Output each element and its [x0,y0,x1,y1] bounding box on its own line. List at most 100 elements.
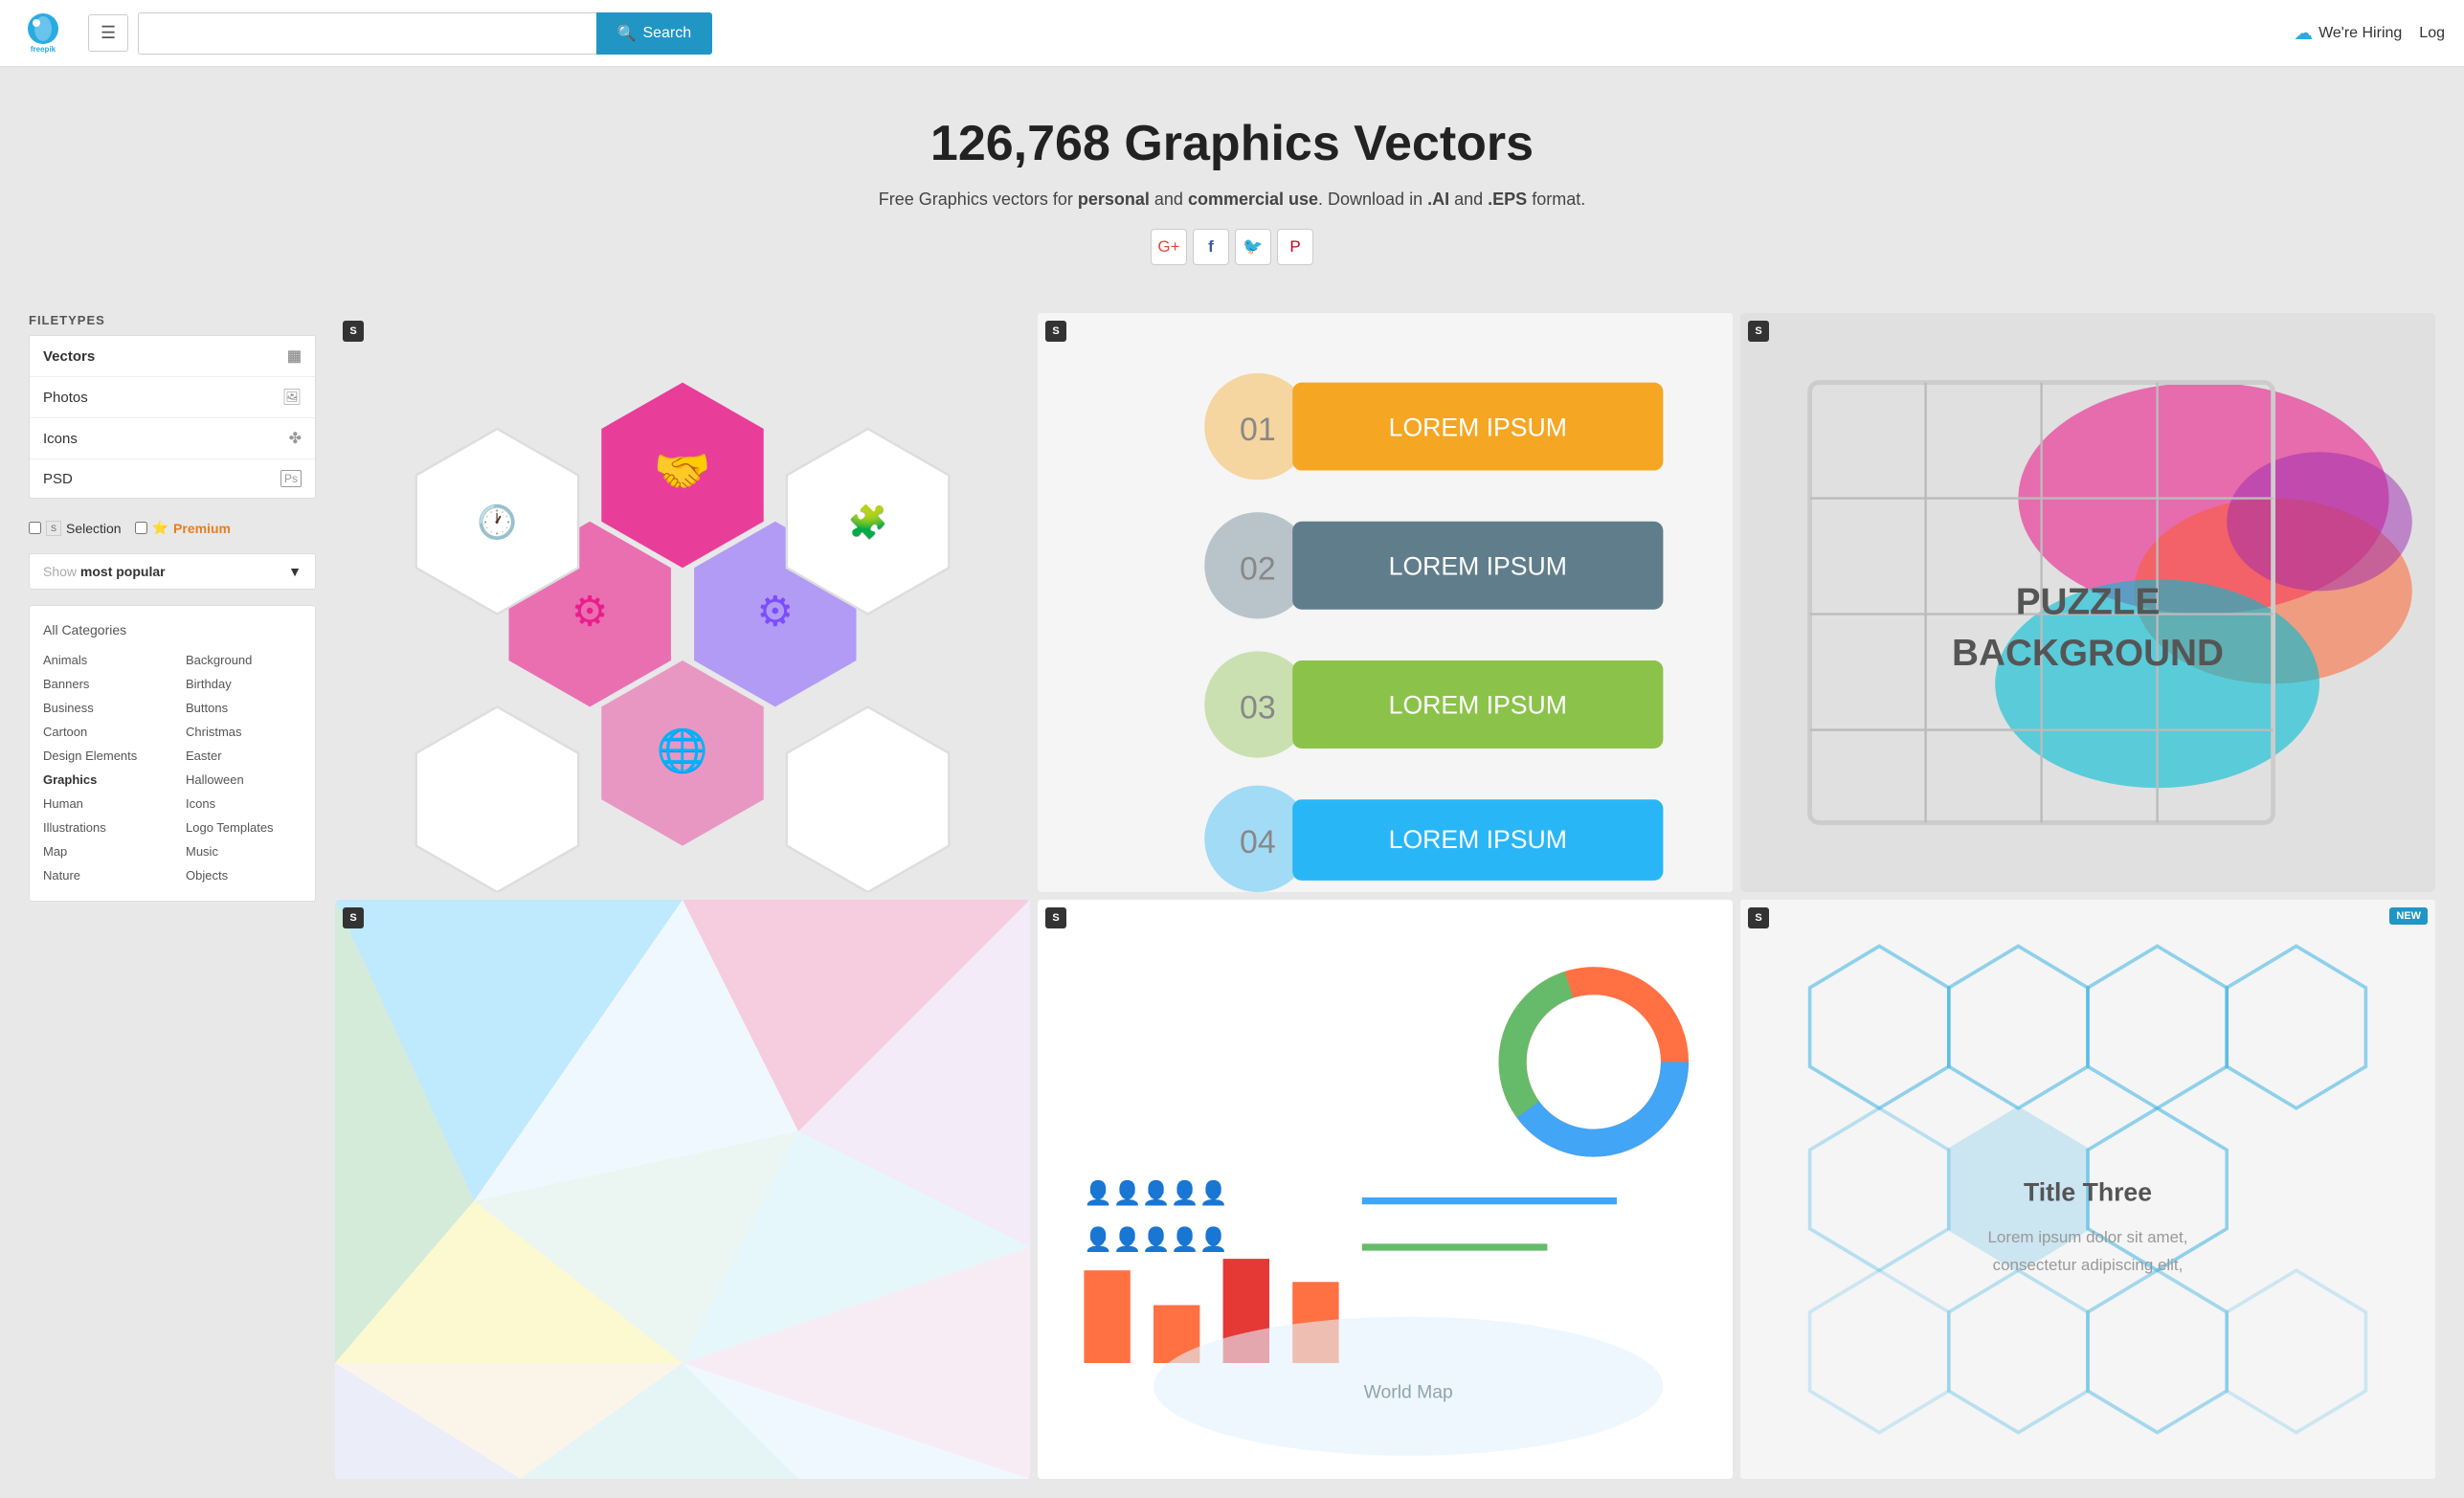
category-item[interactable]: Easter [172,744,315,768]
category-item[interactable]: Icons [172,792,315,816]
image-card[interactable]: S 01 LOREM IPSUM 02 LOREM IPSUM 03 LOREM… [1038,313,1733,892]
svg-text:Lorem ipsum dolor sit amet,: Lorem ipsum dolor sit amet, [1988,1228,2188,1246]
category-item[interactable]: Nature [30,863,172,887]
category-item[interactable]: Objects [172,863,315,887]
logo-area: freepik [19,10,73,57]
search-icon: 🔍 [617,24,637,43]
premium-checkbox-label[interactable]: ⭐ Premium [135,520,231,536]
pinterest-icon: P [1289,237,1300,257]
svg-text:Title Three: Title Three [2024,1178,2152,1207]
category-item[interactable]: Music [172,839,315,863]
category-item[interactable]: Animals [30,648,172,672]
freepik-logo: freepik [19,10,67,57]
image-card[interactable]: S [335,900,1030,1479]
svg-text:LOREM IPSUM: LOREM IPSUM [1389,551,1567,580]
sidebar: FILETYPES Vectors ▦ Photos 🖼 Icons ✤ PSD… [29,313,316,1479]
facebook-button[interactable]: f [1193,229,1229,265]
page-title: 126,768 Graphics Vectors [19,115,2445,172]
header-right: ☁ We're Hiring Log [2294,21,2445,45]
hiring-link[interactable]: ☁ We're Hiring [2294,21,2402,45]
selection-badge: S [343,907,364,928]
svg-text:03: 03 [1240,690,1276,727]
svg-text:04: 04 [1240,824,1276,861]
svg-text:👤👤👤👤👤: 👤👤👤👤👤 [1084,1226,1228,1253]
social-share: G+ f 🐦 P [1151,229,1313,265]
icons-icon: ✤ [289,429,302,448]
premium-checkbox[interactable] [135,522,147,534]
image-card[interactable]: S PUZZLE BACKGROUND [1740,313,2435,892]
filter-row: S Selection ⭐ Premium [29,512,316,544]
svg-text:LOREM IPSUM: LOREM IPSUM [1389,413,1567,441]
twitter-icon: 🐦 [1243,237,1263,257]
hero-subtitle: Free Graphics vectors for personal and c… [19,190,2445,210]
categories-grid: AnimalsBackgroundBannersBirthdayBusiness… [30,644,315,891]
google-plus-button[interactable]: G+ [1151,229,1187,265]
premium-star-icon: ⭐ [152,520,168,536]
svg-text:🕐: 🕐 [477,503,517,541]
image-grid: S 🤝 ⚙ ⚙ 🌐 🕐 🧩 S [335,313,2435,1479]
filetypes-label: FILETYPES [29,313,316,327]
image-card[interactable]: S 🤝 ⚙ ⚙ 🌐 🕐 🧩 [335,313,1030,892]
dropdown-arrow-icon: ▼ [288,564,302,579]
search-button[interactable]: 🔍 Search [596,12,713,55]
cloud-upload-icon: ☁ [2294,21,2313,45]
category-item[interactable]: Human [30,792,172,816]
header: freepik ☰ 🔍 Search ☁ We're Hiring Log [0,0,2464,67]
category-item[interactable]: Graphics [30,768,172,792]
google-plus-icon: G+ [1157,237,1179,257]
svg-text:01: 01 [1240,412,1276,448]
categories-section: All Categories AnimalsBackgroundBannersB… [29,605,316,902]
main-content: FILETYPES Vectors ▦ Photos 🖼 Icons ✤ PSD… [0,294,2464,1498]
svg-text:LOREM IPSUM: LOREM IPSUM [1389,691,1567,720]
filetype-photos[interactable]: Photos 🖼 [30,377,315,418]
search-area: 🔍 Search [138,12,712,55]
hamburger-button[interactable]: ☰ [88,14,128,52]
selection-checkbox[interactable] [29,522,41,534]
filetype-icons[interactable]: Icons ✤ [30,418,315,459]
selection-badge: S [1045,321,1066,342]
image-card[interactable]: S 👤👤👤👤👤 👤👤👤👤👤 World Map [1038,900,1733,1479]
svg-text:consectetur adipiscing elit,: consectetur adipiscing elit, [1993,1256,2184,1274]
image-card[interactable]: S NEW Title Three Lorem ipsum dolor sit … [1740,900,2435,1479]
category-item[interactable]: Birthday [172,672,315,696]
hamburger-icon: ☰ [101,23,116,43]
hero-section: 126,768 Graphics Vectors Free Graphics v… [0,67,2464,294]
twitter-button[interactable]: 🐦 [1235,229,1271,265]
category-item[interactable]: Halloween [172,768,315,792]
category-item[interactable]: Map [30,839,172,863]
category-item[interactable]: Logo Templates [172,816,315,839]
category-item[interactable]: Background [172,648,315,672]
new-badge: NEW [2389,907,2428,925]
pinterest-button[interactable]: P [1277,229,1313,265]
filetype-list: Vectors ▦ Photos 🖼 Icons ✤ PSD Ps [29,335,316,499]
svg-text:👤👤👤👤👤: 👤👤👤👤👤 [1084,1180,1228,1207]
svg-text:World Map: World Map [1364,1381,1453,1402]
svg-text:BACKGROUND: BACKGROUND [1952,633,2224,674]
login-link[interactable]: Log [2419,25,2445,42]
svg-text:🧩: 🧩 [848,503,888,541]
sort-dropdown[interactable]: Show most popular ▼ [29,553,316,590]
category-item[interactable]: Illustrations [30,816,172,839]
svg-text:⚙: ⚙ [756,590,794,636]
svg-text:🤝: 🤝 [654,446,711,498]
selection-badge: S [1045,907,1066,928]
category-item[interactable]: Banners [30,672,172,696]
category-item[interactable]: Design Elements [30,744,172,768]
sort-label: Show most popular [43,564,166,579]
all-categories-item[interactable]: All Categories [30,615,315,644]
selection-checkbox-label[interactable]: S Selection [29,521,122,536]
category-item[interactable]: Buttons [172,696,315,720]
psd-icon: Ps [280,470,302,487]
svg-text:LOREM IPSUM: LOREM IPSUM [1389,825,1567,854]
svg-text:🌐: 🌐 [657,727,708,774]
filetype-psd[interactable]: PSD Ps [30,459,315,498]
filetype-vectors[interactable]: Vectors ▦ [30,336,315,377]
category-item[interactable]: Business [30,696,172,720]
selection-badge: S [1748,321,1769,342]
vectors-icon: ▦ [287,347,302,366]
svg-text:02: 02 [1240,550,1276,587]
facebook-icon: f [1208,237,1214,257]
category-item[interactable]: Christmas [172,720,315,744]
search-input[interactable] [138,12,595,55]
category-item[interactable]: Cartoon [30,720,172,744]
